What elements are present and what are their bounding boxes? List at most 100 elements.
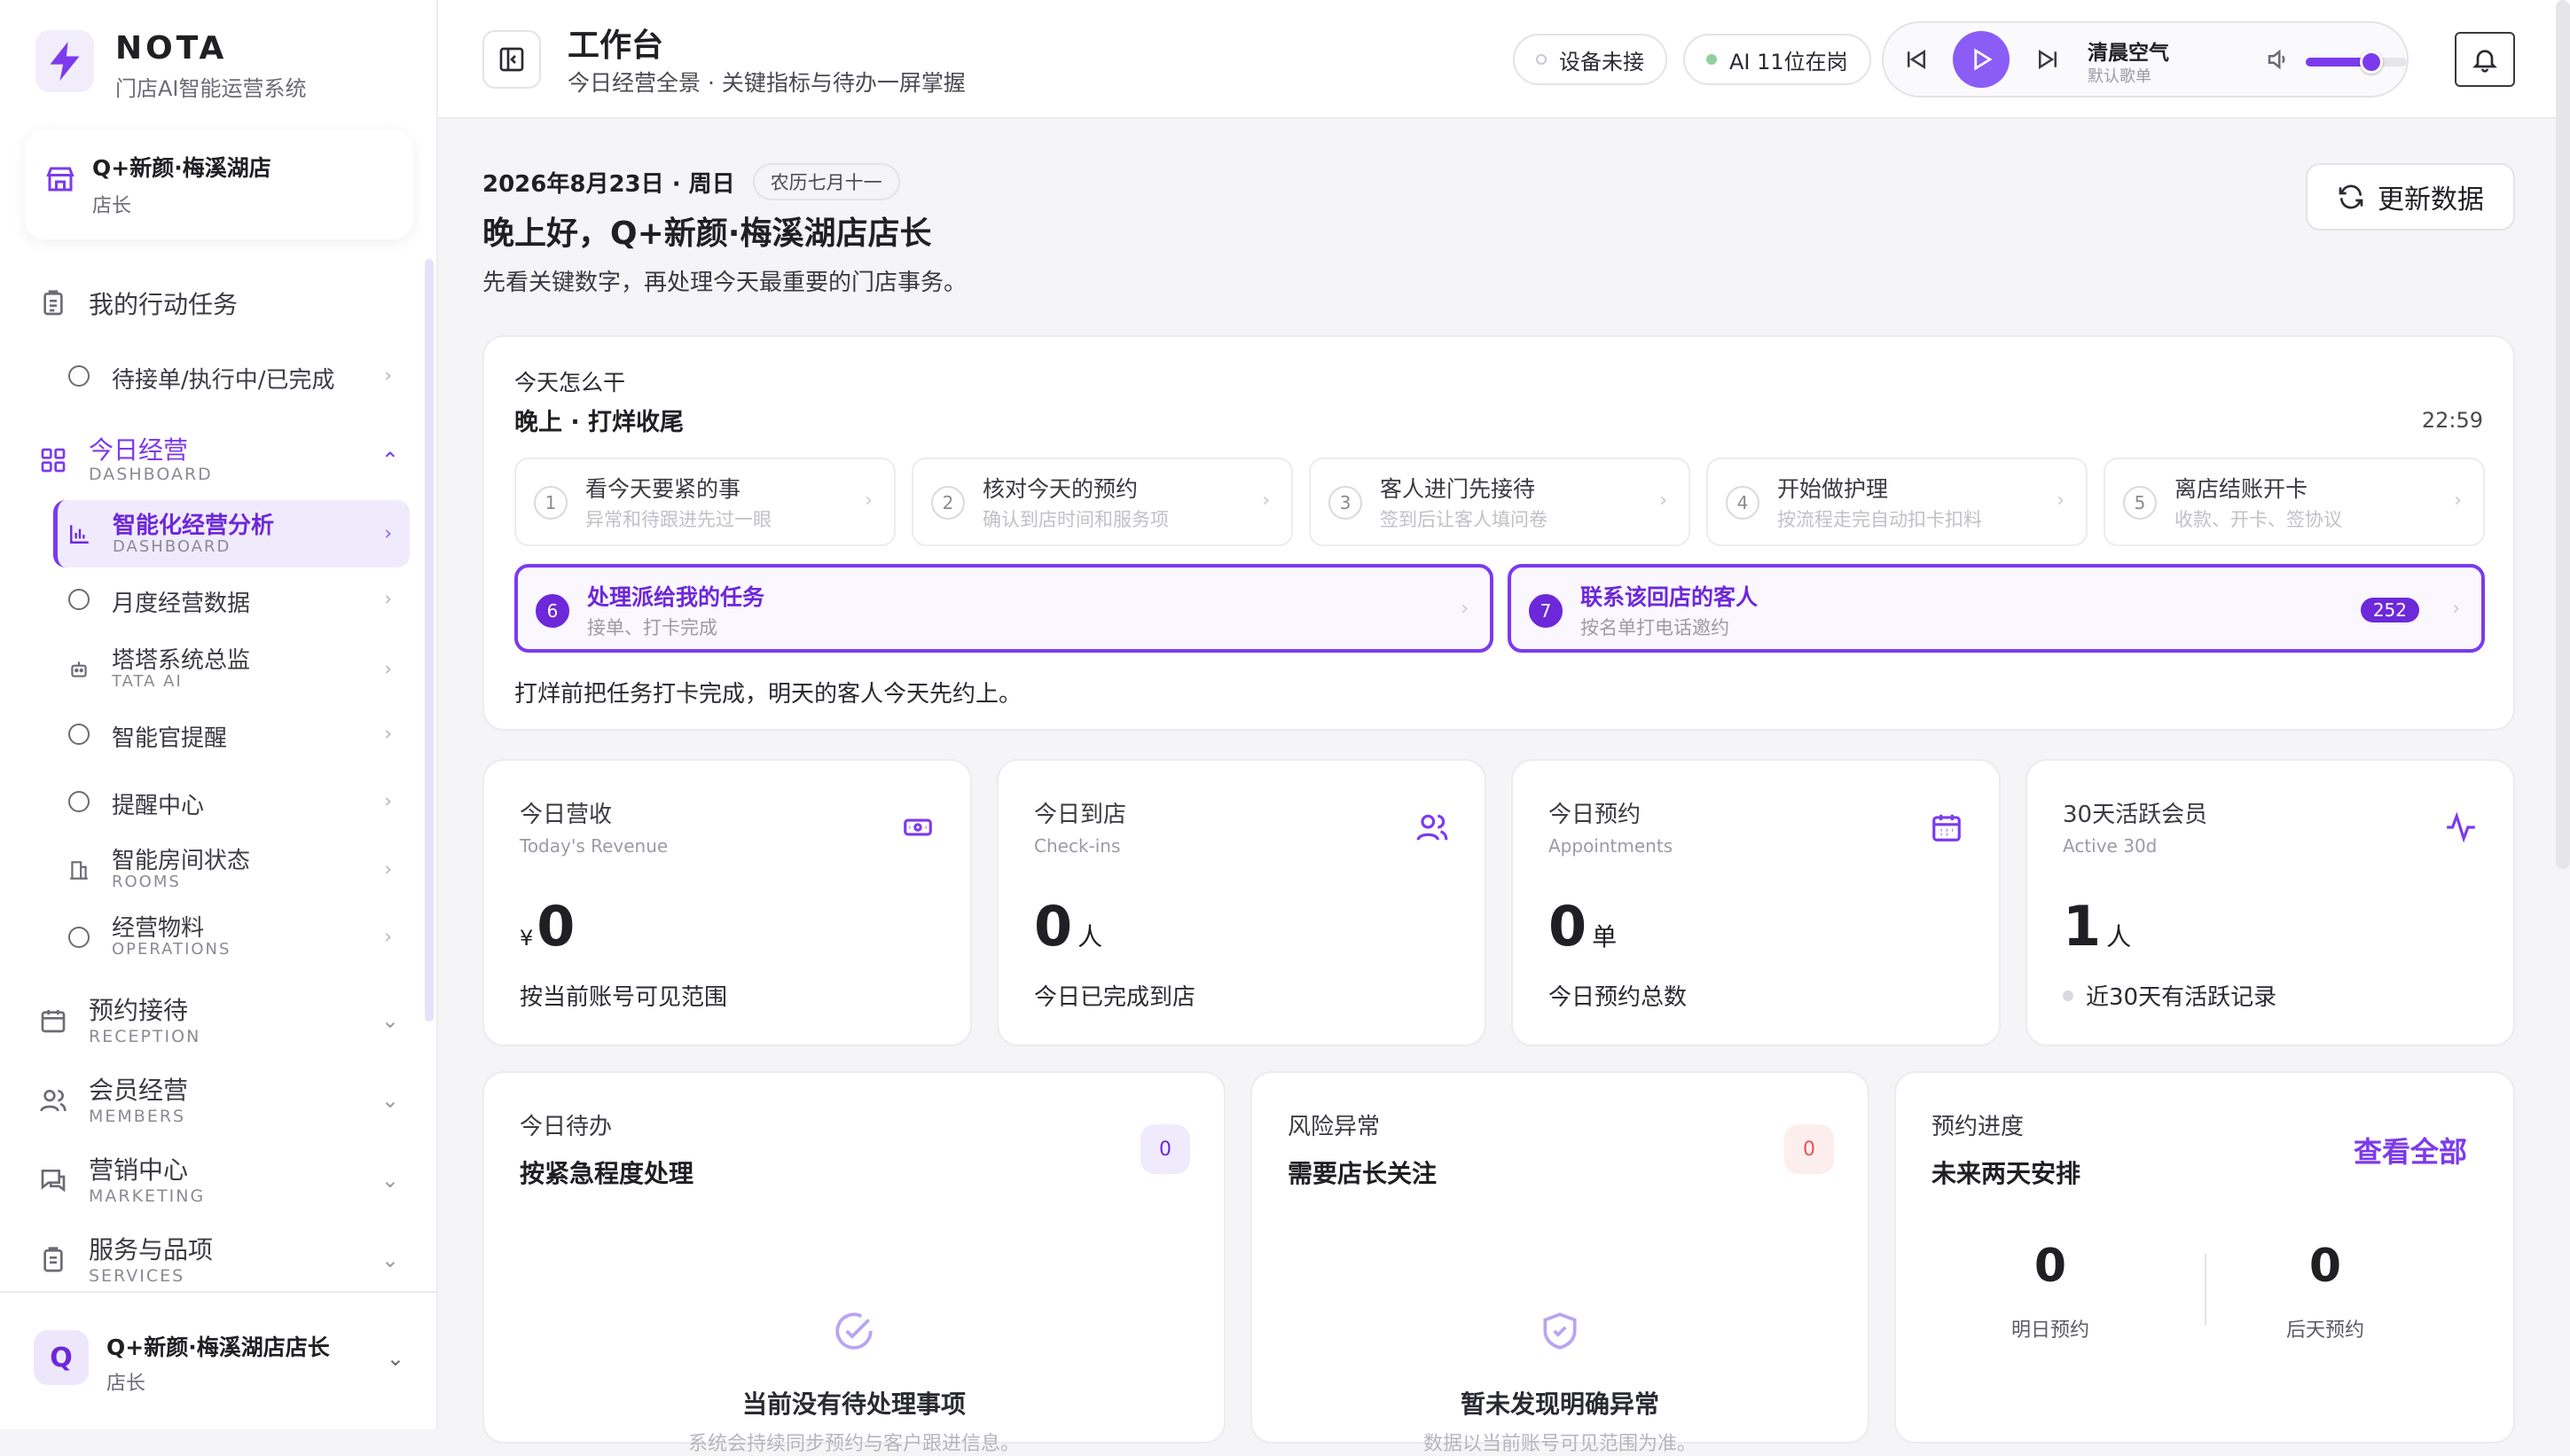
chevron-right-icon: › [384,858,392,881]
chevron-right-icon: › [384,723,392,746]
kpi-title: 今日营收 [520,802,613,828]
brand-name: NOTA [115,30,228,67]
previous-track-button[interactable] [1903,46,1930,73]
device-status-pill[interactable]: 设备未接 [1513,34,1667,85]
notifications-button[interactable] [2455,32,2515,87]
kpi-en: Active 30d [2063,835,2158,857]
user-role: 店长 [106,1373,146,1395]
users-icon [1415,810,1449,848]
circle-icon [66,363,92,389]
step-desc: 异常和待跟进先过一眼 [585,509,772,530]
building-icon [66,857,92,883]
activity-icon [2444,810,2478,848]
sidebar-item-operations[interactable]: 经营物料 OPERATIONS › [53,908,410,967]
user-menu[interactable]: Q Q+新颜·梅溪湖店店长 店长 ⌄ [0,1291,438,1431]
sidebar-item-label: 提醒中心 [112,793,205,819]
sidebar-item-label: 月度经营数据 [112,591,251,617]
chevron-right-icon: › [2454,489,2462,512]
view-all-link[interactable]: 查看全部 [2354,1130,2467,1170]
sidebar-group-en: SERVICES [89,1266,185,1286]
step-title: 离店结账开卡 [2174,476,2308,502]
kpi-footer: 今日预约总数 [1548,984,1688,1011]
clipboard-icon [37,1244,69,1276]
count-badge: 252 [2360,598,2419,622]
kpi-card-active-members[interactable]: 30天活跃会员 Active 30d 1人 近30天有活跃记录 [2025,759,2515,1046]
sidebar-item-en: DASHBOARD [113,537,231,556]
volume-knob[interactable] [2360,51,2384,74]
sidebar-group-services[interactable]: 服务与品项 SERVICES ⌄ [25,1227,411,1293]
plan-step-4[interactable]: 4 开始做护理 按流程走完自动扣卡扣料 › [1706,458,2088,546]
bar-chart-icon [67,521,93,547]
kpi-card-checkins[interactable]: 今日到店 Check-ins 0人 今日已完成到店 [997,759,1486,1046]
store-name: Q+新颜·梅溪湖店 [92,155,271,181]
after-tomorrow-bookings-label: 后天预约 [2285,1319,2364,1342]
plan-step-2[interactable]: 2 核对今天的预约 确认到店时间和服务项 › [912,458,1293,546]
plan-step-6[interactable]: 6 处理派给我的任务 接单、打卡完成 › [514,564,1493,653]
sidebar-item-tasks[interactable]: 我的行动任务 [25,275,411,332]
calendar-icon [1930,810,1963,848]
sidebar-group-label: 今日经营 [89,435,189,465]
kpi-value: 1人 [2063,894,2132,959]
plan-label: 今天怎么干 [514,370,626,395]
volume-icon[interactable] [2265,46,2292,73]
sidebar-item-monthly[interactable]: 月度经营数据 › [53,573,410,626]
chevron-right-icon: › [2452,598,2460,620]
song-title: 清晨空气 [2088,42,2169,65]
kpi-value: 0人 [1034,894,1103,959]
plan-step-1[interactable]: 1 看今天要紧的事 异常和待跟进先过一眼 › [514,458,896,546]
sidebar-toggle-button[interactable] [482,30,541,89]
top-header: 工作台 今日经营全景 · 关键指标与待办一屏掌握 设备未接 AI 11位在岗 清… [438,0,2570,119]
greeting: 晚上好，Q+新颜·梅溪湖店店长 [482,215,932,252]
plan-time: 22:59 [2421,408,2483,433]
sidebar-group-label: 营销中心 [89,1155,189,1185]
step-number: 6 [536,594,569,628]
sidebar-group-today[interactable]: 今日经营 DASHBOARD ⌃ [25,429,411,491]
panel-heading: 需要店长关注 [1288,1159,1438,1188]
step-title: 核对今天的预约 [983,476,1139,502]
chevron-down-icon: ⌄ [380,1088,399,1113]
store-switcher[interactable]: Q+新颜·梅溪湖店 店长 [25,129,413,239]
chevron-down-icon: ⌄ [380,1008,399,1033]
tomorrow-bookings-value: 0 [2033,1240,2067,1293]
playlist-name: 默认歌单 [2088,67,2151,86]
sidebar-group-marketing[interactable]: 营销中心 MARKETING ⌄ [25,1147,411,1213]
today-plan-card: 今天怎么干 晚上 · 打烊收尾 22:59 1 看今天要紧的事 异常和待跟进先过… [482,335,2515,731]
chevron-right-icon: › [1262,489,1270,512]
next-track-button[interactable] [2034,46,2061,73]
lightning-logo-icon [35,30,94,92]
brand[interactable]: NOTA 门店AI智能运营系统 [35,30,307,101]
robot-icon [66,656,92,683]
sidebar-item-reminder-center[interactable]: 提醒中心 › [53,775,410,828]
sidebar-item-task-status[interactable]: 待接单/执行中/已完成 › [53,349,410,403]
sidebar-item-label: 智能官提醒 [112,725,228,752]
sidebar-item-ai-reminder[interactable]: 智能官提醒 › [53,708,410,761]
plan-step-5[interactable]: 5 离店结账开卡 收款、开卡、签协议 › [2104,458,2485,546]
plan-step-3[interactable]: 3 客人进门先接待 签到后让客人填问卷 › [1309,458,1690,546]
refresh-data-button[interactable]: 更新数据 [2306,163,2515,231]
kpi-card-revenue[interactable]: 今日营收 Today's Revenue ¥0 按当前账号可见范围 [482,759,972,1046]
sidebar-item-rooms[interactable]: 智能房间状态 ROOMS › [53,841,410,899]
play-button[interactable] [1953,31,2010,88]
panel-title: 今日待办 [520,1114,613,1140]
ai-status-pill[interactable]: AI 11位在岗 [1683,34,1871,85]
page-scrollbar[interactable] [2556,0,2570,869]
sidebar-group-members[interactable]: 会员经营 MEMBERS ⌄ [25,1068,411,1133]
step-number: 2 [931,486,965,520]
plan-step-7[interactable]: 7 联系该回店的客人 按名单打电话邀约 252 › [1508,564,2485,653]
sidebar-item-tata[interactable]: 塔塔系统总监 TATA AI › [53,640,410,699]
panel-title: 预约进度 [1931,1114,2025,1140]
status-dot-icon [1536,54,1547,65]
volume-slider[interactable] [2306,51,2407,74]
kpi-card-appointments[interactable]: 今日预约 Appointments 0单 今日预约总数 [1511,759,2001,1046]
sidebar-item-dashboard[interactable]: 智能化经营分析 DASHBOARD › [53,500,410,568]
kpi-en: Today's Revenue [520,835,669,857]
step-desc: 确认到店时间和服务项 [983,509,1169,530]
sidebar-group-reception[interactable]: 预约接待 RECEPTION ⌄ [25,988,411,1053]
sidebar-scrollbar[interactable] [425,259,434,1022]
check-circle-icon [832,1309,876,1357]
status-dot-icon [1706,54,1717,65]
step-title: 看今天要紧的事 [585,476,741,502]
tomorrow-bookings-label: 明日预约 [2010,1319,2089,1342]
risk-panel: 风险异常 需要店长关注 0 暂未发现明确异常 数据以当前账号可见范围为准。 [1250,1071,1869,1455]
play-icon [1974,48,1993,71]
